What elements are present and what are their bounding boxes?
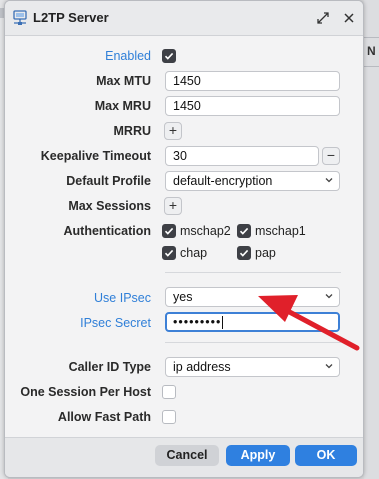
- checkmark-icon: [164, 249, 174, 257]
- default-profile-value: default-encryption: [173, 174, 273, 188]
- checkmark-icon: [164, 52, 174, 60]
- section-divider: [165, 272, 341, 273]
- mschap1-checkbox[interactable]: [237, 224, 251, 238]
- cancel-button[interactable]: Cancel: [155, 445, 219, 466]
- keepalive-timeout-value: 30: [173, 149, 187, 163]
- caller-id-type-select[interactable]: ip address: [165, 357, 340, 377]
- allow-fast-path-label: Allow Fast Path: [57, 410, 151, 424]
- mschap2-checkbox[interactable]: [162, 224, 176, 238]
- one-session-per-host-label: One Session Per Host: [20, 385, 151, 399]
- dialog-footer: Cancel Apply OK: [5, 437, 363, 477]
- keepalive-remove-button[interactable]: −: [322, 147, 340, 165]
- l2tp-server-dialog: L2TP Server Enabled Max MTU 1450 Max MRU…: [4, 0, 364, 478]
- network-server-icon: [13, 10, 27, 25]
- authentication-label: Authentication: [63, 224, 152, 238]
- max-mtu-label: Max MTU: [96, 74, 151, 88]
- one-session-per-host-checkbox[interactable]: [162, 385, 176, 399]
- max-mru-label: Max MRU: [94, 99, 151, 113]
- chap-checkbox[interactable]: [162, 246, 176, 260]
- keepalive-timeout-input[interactable]: 30: [165, 146, 319, 166]
- checkmark-icon: [164, 227, 174, 235]
- caller-id-type-label: Caller ID Type: [68, 360, 151, 374]
- default-profile-label: Default Profile: [66, 174, 151, 188]
- background-window-right: N: [364, 0, 379, 479]
- checkmark-icon: [239, 227, 249, 235]
- use-ipsec-select[interactable]: yes: [165, 287, 340, 307]
- enabled-label: Enabled: [105, 49, 151, 63]
- allow-fast-path-checkbox[interactable]: [162, 410, 176, 424]
- mrru-add-button[interactable]: +: [164, 122, 182, 140]
- keepalive-timeout-label: Keepalive Timeout: [40, 149, 151, 163]
- pap-label: pap: [255, 246, 276, 260]
- caller-id-type-value: ip address: [173, 360, 231, 374]
- background-divider: [364, 66, 379, 67]
- apply-button[interactable]: Apply: [226, 445, 290, 466]
- use-ipsec-label: Use IPsec: [94, 291, 151, 305]
- mschap2-label: mschap2: [180, 224, 231, 238]
- ipsec-secret-input[interactable]: •••••••••: [165, 312, 340, 332]
- mrru-label: MRRU: [113, 124, 152, 138]
- max-mru-value: 1450: [173, 99, 201, 113]
- title-bar[interactable]: L2TP Server: [5, 1, 363, 36]
- chevron-down-icon: [325, 178, 333, 183]
- close-icon[interactable]: [341, 10, 357, 26]
- max-sessions-add-button[interactable]: +: [164, 197, 182, 215]
- background-column-header: N: [367, 44, 376, 58]
- text-cursor: [222, 316, 224, 330]
- max-sessions-label: Max Sessions: [68, 199, 151, 213]
- max-mtu-input[interactable]: 1450: [165, 71, 340, 91]
- max-mtu-value: 1450: [173, 74, 201, 88]
- section-divider: [165, 342, 341, 343]
- checkmark-icon: [239, 249, 249, 257]
- ok-button[interactable]: OK: [295, 445, 357, 466]
- chevron-down-icon: [325, 294, 333, 299]
- pap-checkbox[interactable]: [237, 246, 251, 260]
- ipsec-secret-label: IPsec Secret: [80, 316, 151, 330]
- use-ipsec-value: yes: [173, 290, 193, 304]
- mschap1-label: mschap1: [255, 224, 306, 238]
- ipsec-secret-value: •••••••••: [173, 315, 222, 329]
- enabled-checkbox[interactable]: [162, 49, 176, 63]
- background-divider: [364, 37, 379, 38]
- chevron-down-icon: [325, 364, 333, 369]
- max-mru-input[interactable]: 1450: [165, 96, 340, 116]
- default-profile-select[interactable]: default-encryption: [165, 171, 340, 191]
- expand-icon[interactable]: [315, 10, 331, 26]
- chap-label: chap: [180, 246, 208, 260]
- dialog-title: L2TP Server: [33, 10, 109, 25]
